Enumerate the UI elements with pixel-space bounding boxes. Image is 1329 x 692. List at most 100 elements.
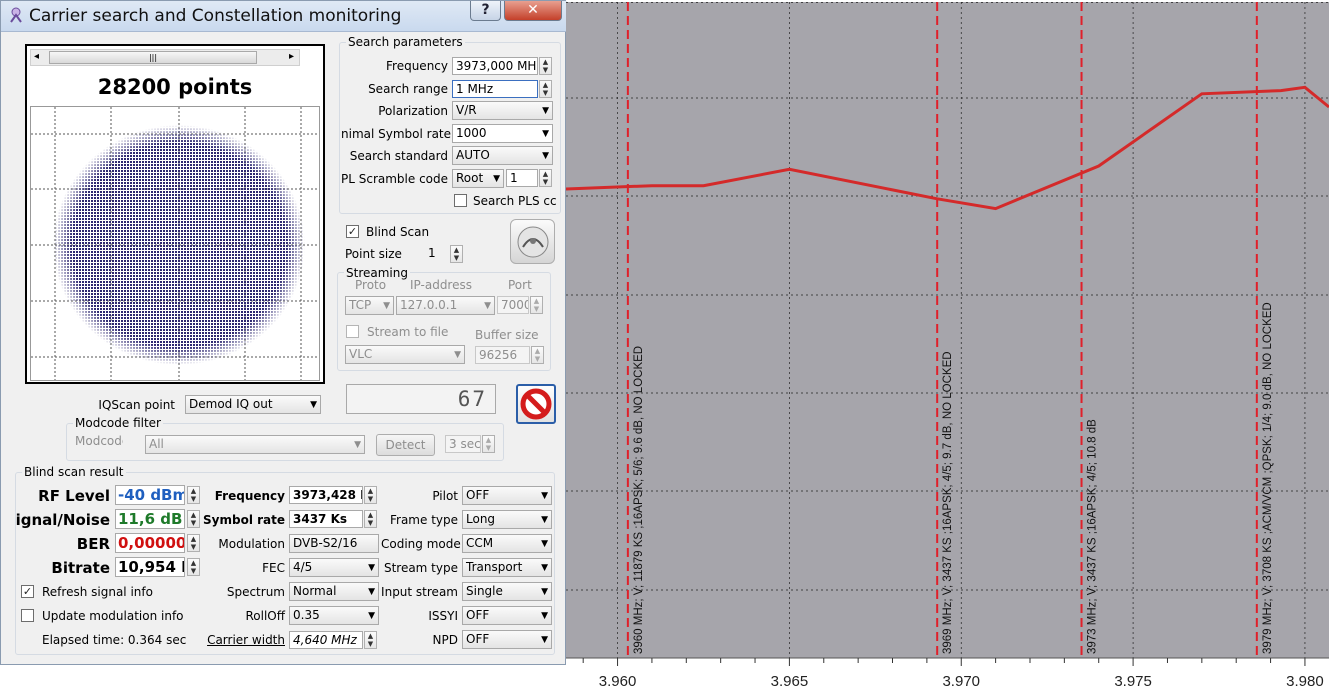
snr-spinner[interactable]: ▲ ▼ [187, 510, 200, 528]
spectrum-select[interactable]: Normal ▼ [289, 582, 379, 601]
carrier-search-window: Carrier search and Constellation monitor… [0, 0, 567, 665]
result-symbol-rate-spinner[interactable]: ▲ ▼ [364, 510, 377, 528]
stream-to-file-checkbox[interactable] [346, 325, 359, 338]
polarization-value: V/R [456, 103, 477, 117]
pls-mode-value: Root [456, 171, 484, 185]
proto-select[interactable]: TCP ▼ [345, 296, 394, 315]
proto-label: Proto [355, 278, 387, 292]
blind-scan-checkbox[interactable]: ✓ [346, 225, 359, 238]
issyi-value: OFF [466, 608, 490, 622]
blind-scan-result-title: Blind scan result [22, 465, 126, 479]
chevron-down-icon: ▼ [484, 301, 491, 311]
bitrate-spinner[interactable]: ▲ ▼ [187, 558, 200, 576]
modcode-select[interactable]: All ▼ [145, 435, 365, 454]
chevron-down-icon: ▼ [541, 491, 548, 501]
app-icon [7, 6, 25, 24]
symbol-rate-value: 1000 [456, 126, 487, 140]
chevron-down-icon: ▼ [542, 106, 549, 116]
search-pls-checkbox[interactable] [454, 194, 467, 207]
packet-counter-value: 67 [457, 387, 487, 411]
carrier-width-label[interactable]: Carrier width [201, 632, 285, 648]
result-symbol-rate-value: 3437 Ks [289, 510, 363, 528]
modulation-select[interactable]: DVB-S2/16 [289, 534, 379, 553]
search-range-input[interactable]: 1 MHz [452, 80, 538, 98]
chevron-down-icon: ▼ [310, 400, 317, 410]
detect-seconds-input[interactable]: 3 sec [445, 435, 481, 453]
help-button[interactable]: ? [470, 1, 501, 21]
scroll-left-icon[interactable]: ◂ [34, 51, 39, 62]
issyi-select[interactable]: OFF ▼ [462, 606, 552, 625]
carrier-marker-label: 3969 MHz; V; 3437 KS ;16APSK; 4/5; 9.7 d… [942, 351, 954, 654]
spectrum-value: Normal [293, 584, 337, 598]
buffer-size-spinner[interactable]: ▲ ▼ [531, 346, 544, 364]
refresh-signal-checkbox[interactable]: ✓ [21, 585, 34, 598]
scroll-thumb[interactable]: ||| [49, 51, 257, 64]
polarization-label: Polarization [378, 104, 448, 118]
update-modulation-checkbox[interactable] [21, 609, 34, 622]
title-bar[interactable]: Carrier search and Constellation monitor… [1, 1, 567, 32]
packet-counter-display: 67 [346, 384, 496, 414]
stop-icon [520, 388, 552, 420]
carrier-width-spinner[interactable]: ▲ ▼ [364, 631, 377, 649]
bitrate-label: Bitrate [51, 559, 110, 577]
ber-value: 0,00000 [115, 533, 185, 553]
buffer-size-input[interactable]: 96256 [475, 346, 530, 364]
port-input[interactable]: 7000 [497, 296, 529, 314]
search-pls-label: Search PLS cc [473, 194, 557, 208]
search-standard-value: AUTO [456, 148, 490, 162]
input-stream-select[interactable]: Single ▼ [462, 582, 552, 601]
ip-address-select[interactable]: 127.0.0.1 ▼ [396, 296, 495, 315]
constellation-scrollbar[interactable]: ◂ ||| ▸ [30, 49, 300, 66]
chevron-down-icon: ▼ [354, 440, 361, 450]
pilot-select[interactable]: OFF ▼ [462, 486, 552, 505]
constellation-panel: ◂ ||| ▸ 28200 points [25, 44, 325, 384]
player-select[interactable]: VLC ▼ [345, 345, 465, 364]
chevron-down-icon: ▼ [542, 129, 549, 139]
detect-seconds-spinner[interactable]: ▲ ▼ [482, 435, 495, 453]
search-range-spinner[interactable]: ▲ ▼ [539, 80, 552, 98]
search-standard-select[interactable]: AUTO ▼ [452, 146, 553, 165]
ber-spinner[interactable]: ▲ ▼ [187, 534, 200, 552]
symbol-rate-label: nimal Symbol rate [341, 127, 452, 141]
update-modulation-label: Update modulation info [42, 609, 184, 623]
ip-address-label: IP-address [410, 278, 472, 292]
search-standard-label: Search standard [349, 149, 448, 163]
input-stream-label: Input stream [381, 585, 458, 599]
iqscan-point-select[interactable]: Demod IQ out ▼ [185, 395, 321, 414]
pls-mode-select[interactable]: Root ▼ [452, 169, 504, 188]
symbol-rate-select[interactable]: 1000 ▼ [452, 124, 553, 143]
detect-button[interactable]: Detect [376, 434, 435, 456]
frame-type-select[interactable]: Long ▼ [462, 510, 552, 529]
modcode-value: All [149, 437, 164, 451]
pls-code-input[interactable]: 1 [506, 169, 538, 187]
coding-mode-value: CCM [466, 536, 494, 550]
frequency-spinner[interactable]: ▲ ▼ [539, 57, 552, 75]
spectrum-chart[interactable]: 3.960 3.965 3.970 3.975 3.980 3960 MHz; V; 11… [565, 0, 1329, 690]
coding-mode-select[interactable]: CCM ▼ [462, 534, 552, 553]
fec-select[interactable]: 4/5 ▼ [289, 558, 379, 577]
rolloff-select[interactable]: 0.35 ▼ [289, 606, 379, 625]
modulation-label: Modulation [218, 537, 285, 551]
close-button[interactable]: ✕ [504, 1, 562, 21]
rf-level-spinner[interactable]: ▲ ▼ [187, 486, 200, 504]
stream-type-label: Stream type [383, 561, 458, 575]
polarization-select[interactable]: V/R ▼ [452, 101, 553, 120]
chevron-down-icon: ▼ [541, 539, 548, 549]
npd-select[interactable]: OFF ▼ [462, 630, 552, 649]
elapsed-time: Elapsed time: 0.364 sec [42, 633, 187, 647]
carrier-width-value: 4,640 MHz [289, 631, 363, 649]
points-count: 28200 points [97, 75, 253, 99]
result-frequency-spinner[interactable]: ▲ ▼ [364, 486, 377, 504]
point-size-spinner[interactable]: ▲ ▼ [450, 245, 463, 263]
pls-code-spinner[interactable]: ▲ ▼ [539, 169, 552, 187]
window-title: Carrier search and Constellation monitor… [29, 6, 402, 26]
stream-type-select[interactable]: Transport ▼ [462, 558, 552, 577]
port-spinner[interactable]: ▲ ▼ [530, 296, 543, 314]
frequency-label: Frequency [386, 59, 448, 73]
stop-button[interactable] [516, 384, 556, 424]
scroll-right-icon[interactable]: ▸ [289, 51, 294, 62]
frequency-input[interactable]: 3973,000 MHz [452, 57, 538, 75]
point-size-input[interactable]: 1 [425, 245, 449, 263]
satellite-dish-button[interactable] [510, 219, 555, 264]
rolloff-label: RollOff [245, 609, 285, 623]
